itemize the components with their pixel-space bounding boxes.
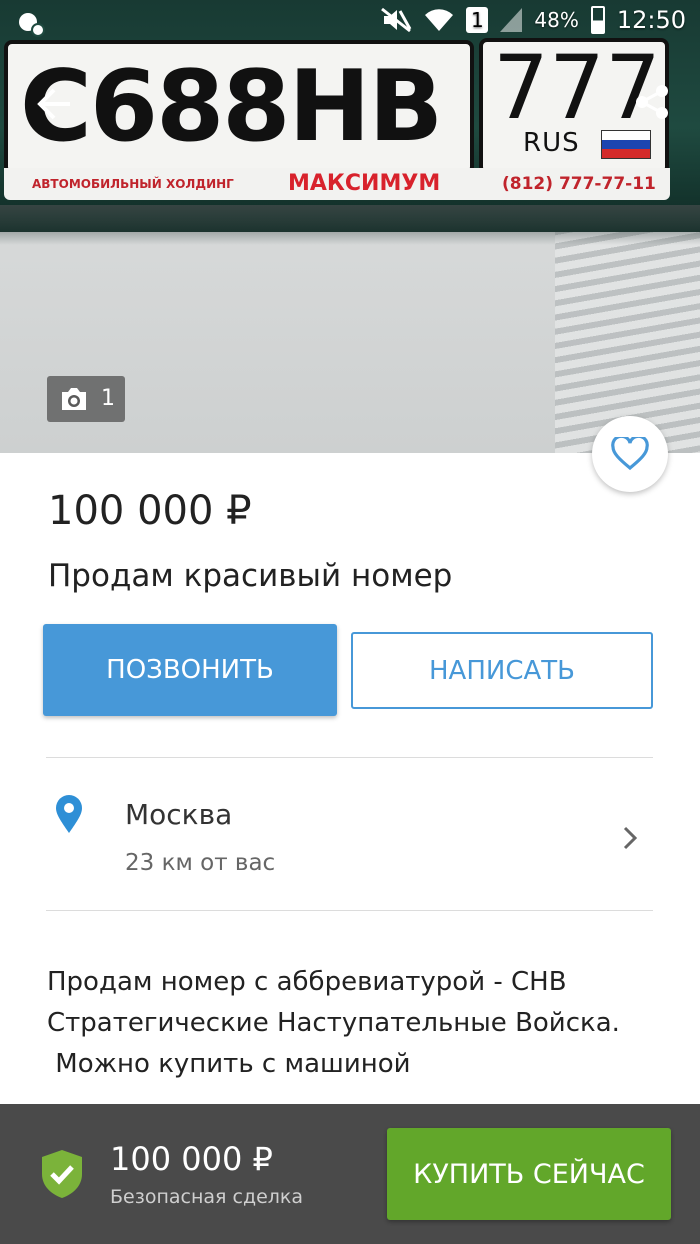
bottom-price: 100 000 ₽ [110, 1140, 273, 1178]
mute-icon [381, 7, 412, 33]
share-button[interactable] [632, 82, 672, 122]
sim-badge: 1 [466, 7, 489, 33]
camera-icon [62, 388, 86, 410]
listing-photo[interactable]: С688НВ 777 RUS АВТОМОБИЛЬНЫЙ ХОЛДИНГ МАК… [0, 0, 700, 453]
clock: 12:50 [616, 6, 686, 34]
divider [46, 910, 653, 911]
status-bar: 1 48% 12:50 [0, 0, 700, 48]
chevron-right-icon [623, 826, 638, 850]
location-row[interactable]: Москва 23 км от вас [0, 758, 700, 910]
photo-count: 1 [101, 386, 115, 411]
photo-counter[interactable]: 1 [47, 376, 125, 422]
bumper-shadow [0, 205, 700, 245]
plate-country: RUS [523, 128, 580, 158]
back-arrow-icon [37, 88, 70, 120]
bottom-purchase-bar: 100 000 ₽ Безопасная сделка КУПИТЬ СЕЙЧА… [0, 1104, 700, 1244]
plate-number: С688НВ [20, 50, 443, 164]
share-icon [636, 85, 668, 119]
shield-check-icon [42, 1150, 82, 1198]
battery-icon [590, 6, 605, 34]
back-button[interactable] [34, 84, 74, 124]
safe-deal-label: Безопасная сделка [110, 1186, 304, 1208]
heart-icon [611, 437, 649, 471]
listing-price: 100 000 ₽ [48, 488, 252, 534]
listing-title: Продам красивый номер [48, 558, 453, 594]
plate-frame-brand: МАКСИМУМ [288, 171, 441, 196]
plate-frame-phone: (812) 777-77-11 [502, 174, 656, 194]
license-plate: С688НВ [4, 40, 474, 175]
signal-icon [500, 8, 523, 32]
call-button[interactable]: ПОЗВОНИТЬ [43, 624, 337, 716]
wifi-icon [425, 9, 454, 31]
battery-percent: 48% [534, 8, 579, 32]
location-city: Москва [125, 798, 233, 831]
location-pin-icon [56, 795, 82, 833]
location-distance: 23 км от вас [125, 850, 276, 876]
status-icons: 1 48% 12:50 [380, 6, 686, 34]
russian-flag-icon [601, 130, 651, 159]
listing-description: Продам номер с аббревиатурой - СНВ Страт… [47, 967, 620, 1079]
favorite-button[interactable] [592, 416, 668, 492]
plate-frame-dealer: АВТОМОБИЛЬНЫЙ ХОЛДИНГ [32, 177, 234, 191]
buy-now-button[interactable]: КУПИТЬ СЕЙЧАС [387, 1128, 671, 1220]
notification-icon [16, 8, 46, 44]
write-message-button[interactable]: НАПИСАТЬ [351, 632, 653, 709]
plate-frame: АВТОМОБИЛЬНЫЙ ХОЛДИНГ МАКСИМУМ (812) 777… [4, 168, 670, 200]
